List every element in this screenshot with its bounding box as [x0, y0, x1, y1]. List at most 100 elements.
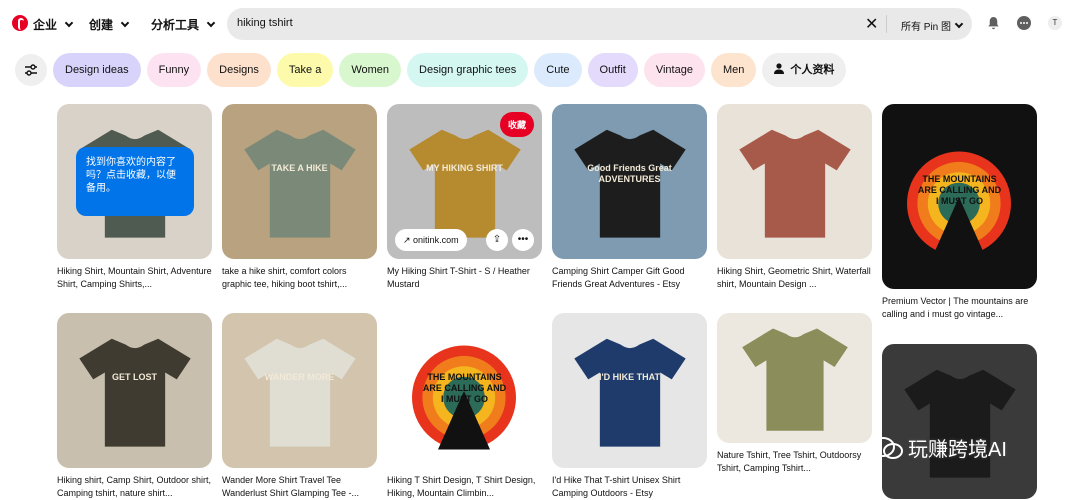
tshirt-graphic — [738, 129, 851, 238]
tshirt-graphic — [408, 129, 521, 238]
pin-image[interactable] — [717, 313, 872, 443]
chip-profile[interactable]: 个人资料 — [762, 53, 847, 87]
chevron-down-icon — [206, 18, 216, 28]
chip-label: Design graphic tees — [419, 64, 517, 76]
top-bar: 企业 创建 分析工具 hiking tshirt ✕ 所有 Pin 图 T — [0, 0, 1080, 48]
pin-caption[interactable]: I'd Hike That T-shirt Unisex Shirt Campi… — [552, 474, 707, 500]
search-bar[interactable]: hiking tshirt ✕ 所有 Pin 图 — [227, 8, 972, 40]
chip-label: Men — [722, 64, 745, 76]
nav-enterprise-label: 企业 — [33, 18, 58, 32]
pin-caption[interactable]: Wander More Shirt Travel Tee Wanderlust … — [222, 474, 377, 500]
avatar[interactable]: T — [1048, 16, 1062, 30]
chip-label: 个人资料 — [790, 64, 835, 76]
pin-card[interactable]: Nature Tshirt, Tree Tshirt, Outdoorsy Ts… — [717, 313, 872, 475]
chip-outfit[interactable]: Outfit — [587, 53, 638, 87]
messages-icon[interactable] — [1015, 14, 1033, 32]
save-button[interactable]: 收藏 — [499, 112, 534, 137]
pin-image[interactable]: MY HIKING SHIRT 收藏 ↗ onitink.com ⇪ ••• — [387, 104, 542, 259]
search-divider — [886, 15, 887, 33]
pin-image[interactable] — [882, 344, 1037, 499]
nav-analytics-label: 分析工具 — [151, 18, 200, 32]
pin-caption[interactable]: Camping Shirt Camper Gift Good Friends G… — [552, 265, 707, 291]
pin-card[interactable] — [882, 344, 1037, 499]
pin-card[interactable]: GET LOST Hiking shirt, Camp Shirt, Outdoo… — [57, 313, 212, 500]
pin-image[interactable]: TAKE A HIKE — [222, 104, 377, 259]
source-link[interactable]: ↗ onitink.com — [395, 229, 467, 251]
nav-analytics[interactable]: 分析工具 — [151, 16, 216, 33]
chip-label: Cute — [546, 64, 570, 76]
pin-caption[interactable]: Premium Vector | The mountains are calli… — [882, 295, 1037, 321]
chip-women[interactable]: Women — [339, 53, 402, 87]
source-link-label: onitink.com — [413, 235, 459, 245]
pin-image[interactable]: WANDER MORE — [222, 313, 377, 468]
pin-caption[interactable]: Hiking Shirt, Mountain Shirt, Adventure … — [57, 265, 212, 291]
pin-caption[interactable]: take a hike shirt, comfort colors graphi… — [222, 265, 377, 291]
pin-card[interactable]: Hiking Shirt, Geometric Shirt, Waterfall… — [717, 104, 872, 291]
shirt-print-text: THE MOUNTAINS ARE CALLING AND I MUST GO — [917, 174, 1002, 207]
pin-caption[interactable]: Hiking shirt, Camp Shirt, Outdoor shirt,… — [57, 474, 212, 500]
watermark: 玩赚跨境AI — [870, 433, 1007, 462]
pin-image[interactable]: THE MOUNTAINS ARE CALLING AND I MUST GO — [882, 104, 1037, 289]
chip-design-ideas[interactable]: Design ideas — [53, 53, 141, 87]
shirt-print-text: WANDER MORE — [264, 371, 335, 382]
chip-label: Funny — [158, 64, 190, 76]
shirt-print-text: TAKE A HIKE — [271, 162, 328, 173]
notifications-bell-icon[interactable] — [984, 14, 1002, 32]
chip-label: Take a — [288, 64, 322, 76]
pin-image[interactable]: GET LOST — [57, 313, 212, 468]
pin-caption[interactable]: My Hiking Shirt T-Shirt - S / Heather Mu… — [387, 265, 542, 291]
more-options-icon[interactable]: ••• — [512, 229, 534, 251]
share-icon[interactable]: ⇪ — [486, 229, 508, 251]
pin-image[interactable]: I'D HIKE THAT — [552, 313, 707, 468]
arrow-icon: ↗ — [403, 235, 414, 245]
search-input[interactable]: hiking tshirt — [237, 17, 293, 29]
chip-vintage[interactable]: Vintage — [643, 53, 705, 87]
pin-card[interactable]: THE MOUNTAINS ARE CALLING AND I MUST GO P… — [882, 104, 1037, 321]
save-hint-tooltip: 找到你喜欢的内容了吗？点击收藏，以便备用。 — [76, 147, 194, 216]
chip-label: Design ideas — [65, 64, 129, 76]
tshirt-graphic — [243, 129, 356, 238]
shirt-print-text: GET LOST — [112, 371, 157, 382]
chip-designs[interactable]: Designs — [207, 53, 271, 87]
chevron-down-icon — [954, 19, 964, 29]
shirt-print-text: Good Friends Great ADVENTURES — [587, 162, 672, 184]
chip-cute[interactable]: Cute — [534, 53, 582, 87]
pin-card[interactable]: THE MOUNTAINS ARE CALLING AND I MUST GO H… — [387, 313, 542, 500]
tshirt-graphic — [573, 338, 686, 447]
filter-button[interactable] — [15, 54, 47, 86]
chip-label: Designs — [219, 64, 259, 76]
search-scope-dropdown[interactable]: 所有 Pin 图 — [901, 18, 964, 33]
chip-funny[interactable]: Funny — [146, 53, 202, 87]
tshirt-graphic — [741, 328, 848, 431]
pin-image[interactable] — [717, 104, 872, 259]
wechat-icon — [871, 436, 903, 459]
search-scope-label: 所有 Pin 图 — [901, 22, 952, 33]
chip-label: Women — [351, 64, 390, 76]
pin-image[interactable]: THE MOUNTAINS ARE CALLING AND I MUST GO — [387, 313, 542, 468]
pin-card[interactable]: MY HIKING SHIRT 收藏 ↗ onitink.com ⇪ ••• My Hik… — [387, 104, 542, 291]
pin-caption[interactable]: Hiking T Shirt Design, T Shirt Design, H… — [387, 474, 542, 500]
pin-card[interactable]: I'D HIKE THAT I'd Hike That T-shirt Unise… — [552, 313, 707, 500]
chip-take-a[interactable]: Take a — [276, 53, 334, 87]
guided-search-chips: Design ideas Funny Designs Take a Women Desig… — [53, 53, 847, 87]
sliders-icon — [25, 64, 37, 76]
nav-create[interactable]: 创建 — [89, 16, 130, 33]
shirt-print-text: THE MOUNTAINS ARE CALLING AND I MUST GO — [422, 371, 507, 404]
chip-men[interactable]: Men — [710, 53, 757, 87]
pin-card[interactable]: TAKE A HIKE take a hike shirt, comfort co… — [222, 104, 377, 291]
pin-card[interactable]: Good Friends Great ADVENTURES Camping Shi… — [552, 104, 707, 291]
shirt-print-text: MY HIKING SHIRT — [426, 162, 503, 173]
pin-card[interactable]: WANDER MORE Wander More Shirt Travel Tee … — [222, 313, 377, 500]
shirt-print-text: I'D HIKE THAT — [599, 371, 660, 382]
chevron-down-icon — [64, 18, 74, 28]
tshirt-graphic — [243, 338, 356, 447]
pin-caption[interactable]: Nature Tshirt, Tree Tshirt, Outdoorsy Ts… — [717, 449, 872, 475]
chip-design-graphic-tees[interactable]: Design graphic tees — [407, 53, 529, 87]
pin-image[interactable]: Good Friends Great ADVENTURES — [552, 104, 707, 259]
tshirt-graphic — [903, 369, 1016, 478]
clear-search-icon[interactable]: ✕ — [865, 14, 878, 34]
pinterest-logo-icon[interactable] — [12, 15, 28, 31]
chip-label: Outfit — [599, 64, 626, 76]
nav-enterprise[interactable]: 企业 — [33, 16, 74, 33]
pin-caption[interactable]: Hiking Shirt, Geometric Shirt, Waterfall… — [717, 265, 872, 291]
